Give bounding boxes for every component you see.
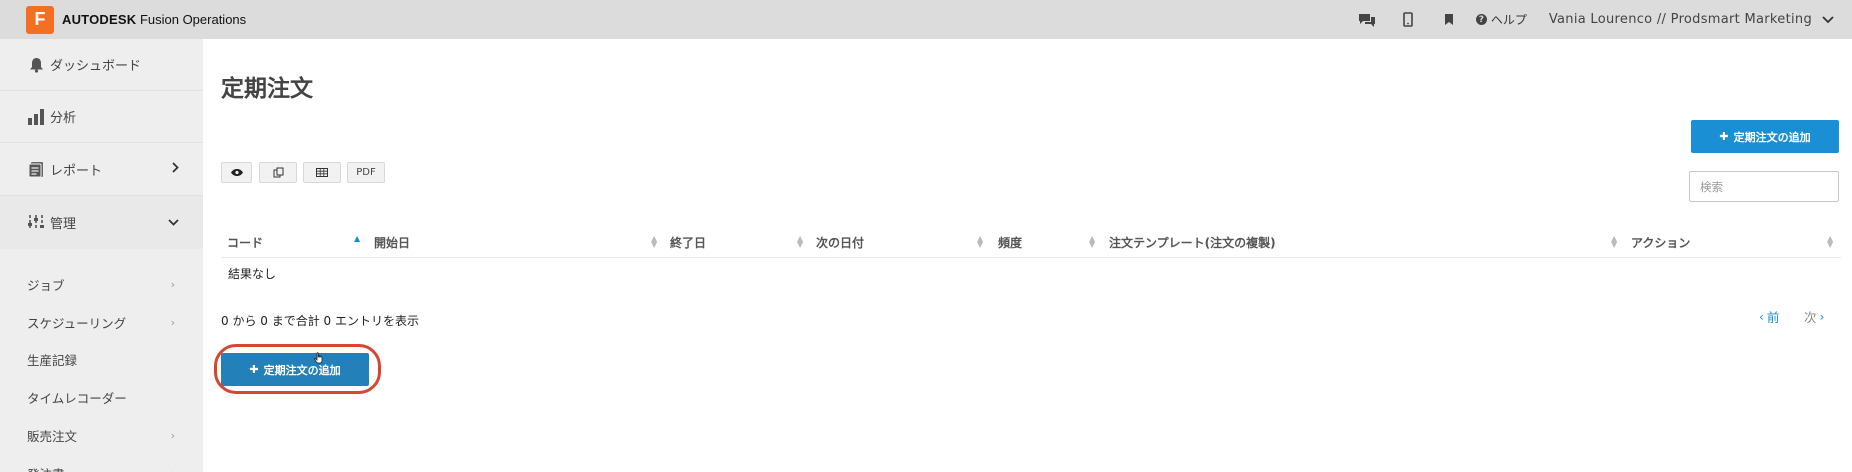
chevron-right-icon: › [171,467,175,472]
bell-icon [27,56,45,74]
chevron-down-icon [168,215,179,230]
sidebar-item-label: 分析 [50,111,77,126]
sidebar-subitem-label: スケジューリング [27,315,127,331]
sidebar: ダッシュボード 分析 レポート 管理 ジョブ › スケジューリング › 生産記録 [0,39,203,472]
chevron-right-icon: › [170,277,175,291]
sort-icon: ▲ ▼ [1611,234,1618,249]
app-logo[interactable]: F AUTODESK Fusion Operations [26,5,246,34]
sidebar-subitem-label: 生産記録 [27,352,78,368]
report-icon [27,160,45,178]
copy-icon [273,167,283,178]
sliders-icon [27,214,45,232]
excel-export-button[interactable] [303,162,341,183]
mobile-icon[interactable] [1388,0,1429,39]
column-header-label: 次の日付 [816,235,865,250]
bar-chart-icon [27,108,45,126]
pdf-export-button[interactable]: PDF [347,162,385,183]
top-navbar: F AUTODESK Fusion Operations ? ヘルプ Vania… [0,0,1852,39]
copy-button[interactable] [259,162,297,183]
column-header-label: 開始日 [374,235,411,250]
pagination-next[interactable]: 次 › [1804,307,1825,326]
sidebar-subitem-jobs[interactable]: ジョブ › [0,265,203,303]
column-header-actions[interactable]: アクション [1631,226,1690,258]
sidebar-subitem-purchase-orders[interactable]: 発注書 › [0,454,203,472]
pagination-previous-label: 前 [1767,310,1780,325]
plus-icon: ✚ [1719,130,1729,143]
column-header-frequency[interactable]: 頻度 [998,226,1022,258]
column-header-end-date[interactable]: 終了日 [670,226,706,258]
column-header-label: 頻度 [998,235,1023,250]
button-label: 定期注文の追加 [1733,130,1811,144]
table-icon [316,168,328,177]
brand-product: Fusion Operations [139,12,247,27]
sidebar-subitem-label: ジョブ [27,277,65,293]
chat-icon[interactable] [1347,0,1388,39]
column-header-label: アクション [1631,235,1691,250]
pagination-previous[interactable]: ‹ 前 [1759,307,1780,326]
question-icon: ? [1475,14,1487,25]
column-header-order-template[interactable]: 注文テンプレート(注文の複製) [1109,226,1276,258]
column-header-code[interactable]: コード [227,226,263,258]
page-title: 定期注文 [221,76,313,102]
empty-table-message: 結果なし [228,267,277,281]
app-brand: AUTODESK Fusion Operations [62,12,246,27]
help-link[interactable]: ? ヘルプ [1475,11,1527,28]
bookmark-icon[interactable] [1429,0,1470,39]
user-menu[interactable]: Vania Lourenco // Prodsmart Marketing [1549,12,1834,27]
top-right-controls: ? ヘルプ Vania Lourenco // Prodsmart Market… [1347,0,1834,39]
sidebar-item-label: ダッシュボード [50,59,142,74]
sidebar-subitem-label: タイムレコーダー [27,390,127,406]
entries-info: 0 から 0 まで合計 0 エントリを表示 [221,314,419,328]
sort-icon: ▲ ▼ [977,234,984,249]
sort-ascending-icon: ▲ [354,234,361,243]
sidebar-item-management[interactable]: 管理 [0,195,203,249]
sidebar-subitem-time-recorder[interactable]: タイムレコーダー [0,378,203,416]
chevron-down-icon [1822,15,1834,23]
sidebar-item-reports[interactable]: レポート [0,143,203,195]
sort-icon: ▲ ▼ [1827,234,1834,249]
sidebar-item-dashboard[interactable]: ダッシュボード [0,39,203,91]
sort-icon: ▲ ▼ [797,234,804,249]
sidebar-subitem-production-records[interactable]: 生産記録 [0,340,203,378]
eye-icon [230,169,243,176]
column-visibility-button[interactable] [221,162,252,183]
column-header-next-date[interactable]: 次の日付 [816,226,864,258]
sort-icon: ▲ ▼ [651,234,658,249]
add-recurring-order-button[interactable]: ✚ 定期注文の追加 [1691,120,1839,153]
sidebar-item-analytics[interactable]: 分析 [0,91,203,143]
user-label: Vania Lourenco // Prodsmart Marketing [1548,12,1812,27]
highlight-annotation [214,344,381,394]
chevron-right-icon: › [1819,309,1825,324]
column-header-label: コード [227,235,264,250]
sidebar-subitem-label: 発注書 [27,464,65,472]
search-input[interactable] [1689,171,1839,202]
column-header-label: 終了日 [670,235,707,250]
table-header-row: コード ▲ 開始日 ▲ ▼ 終了日 ▲ ▼ 次の日付 ▲ ▼ 頻度 ▲ ▼ 注文テンプレ… [221,226,1841,258]
sidebar-subitem-label: 販売注文 [27,428,78,444]
pagination-next-label: 次 [1804,310,1817,325]
fusion-logo-icon: F [26,5,54,34]
sidebar-item-label: レポート [50,163,103,179]
sort-icon: ▲ ▼ [1089,234,1096,249]
sidebar-item-label: 管理 [50,217,77,232]
hand-cursor-icon [314,352,323,364]
chevron-right-icon [172,161,179,177]
help-label: ヘルプ [1490,13,1527,27]
chevron-right-icon: › [170,315,175,329]
sidebar-subitem-sales-orders[interactable]: 販売注文 › [0,416,203,454]
brand-autodesk: AUTODESK [62,12,137,27]
column-header-start-date[interactable]: 開始日 [374,226,410,258]
column-header-label: 注文テンプレート(注文の複製) [1109,235,1276,250]
sidebar-subitem-scheduling[interactable]: スケジューリング › [0,303,203,341]
chevron-left-icon: ‹ [1759,309,1764,324]
chevron-right-icon: › [170,428,175,442]
